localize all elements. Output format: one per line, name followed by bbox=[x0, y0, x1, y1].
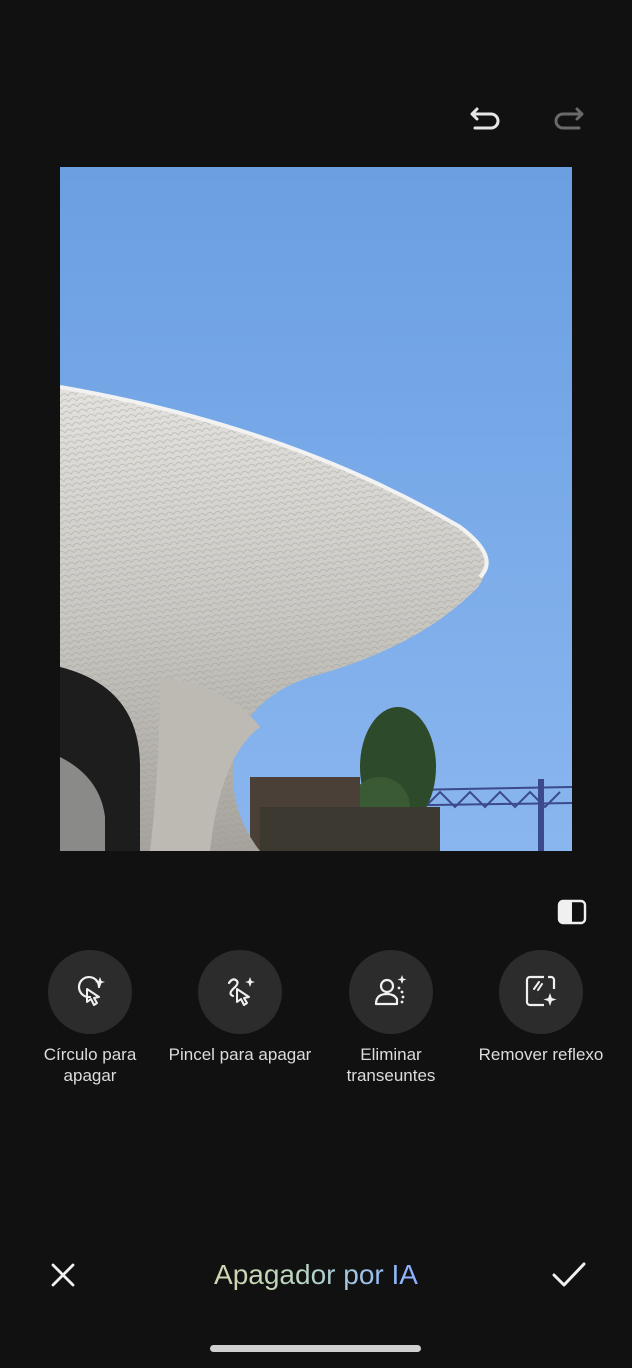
tool-label: Pincel para apagar bbox=[168, 1045, 312, 1064]
circle-to-erase-icon bbox=[77, 975, 105, 1006]
photo-image bbox=[60, 167, 572, 851]
redo-button[interactable] bbox=[546, 96, 592, 142]
screen-title: Apagador por IA bbox=[150, 1258, 482, 1292]
close-icon bbox=[51, 1263, 75, 1287]
top-toolbar bbox=[0, 0, 632, 160]
redo-icon bbox=[554, 107, 584, 130]
close-button[interactable] bbox=[40, 1252, 86, 1298]
bottom-bar: Apagador por IA bbox=[0, 1240, 632, 1310]
confirm-button[interactable] bbox=[546, 1252, 592, 1298]
home-indicator[interactable] bbox=[210, 1345, 421, 1352]
tool-brush-to-erase[interactable]: Pincel para apagar bbox=[165, 950, 315, 1065]
tool-label: Círculo para apagar bbox=[43, 1045, 137, 1085]
tool-circle-to-erase[interactable]: Círculo para apagar bbox=[15, 950, 165, 1086]
compare-icon bbox=[557, 899, 587, 925]
edited-photo[interactable] bbox=[60, 167, 572, 851]
check-icon bbox=[552, 1262, 586, 1287]
tool-remove-passersby[interactable]: Eliminar transeuntes bbox=[316, 950, 466, 1086]
remove-reflection-icon bbox=[525, 975, 557, 1007]
compare-button[interactable] bbox=[552, 892, 592, 932]
ai-eraser-tools: Círculo para apagar Pincel para apagar E bbox=[0, 950, 632, 1100]
undo-icon bbox=[470, 107, 500, 130]
remove-passersby-icon bbox=[374, 975, 407, 1006]
undo-button[interactable] bbox=[462, 96, 508, 142]
tool-label: Eliminar transeuntes bbox=[346, 1045, 436, 1085]
brush-to-erase-icon bbox=[227, 977, 255, 1006]
tool-remove-reflection[interactable]: Remover reflexo bbox=[466, 950, 616, 1065]
tool-label: Remover reflexo bbox=[478, 1045, 604, 1064]
